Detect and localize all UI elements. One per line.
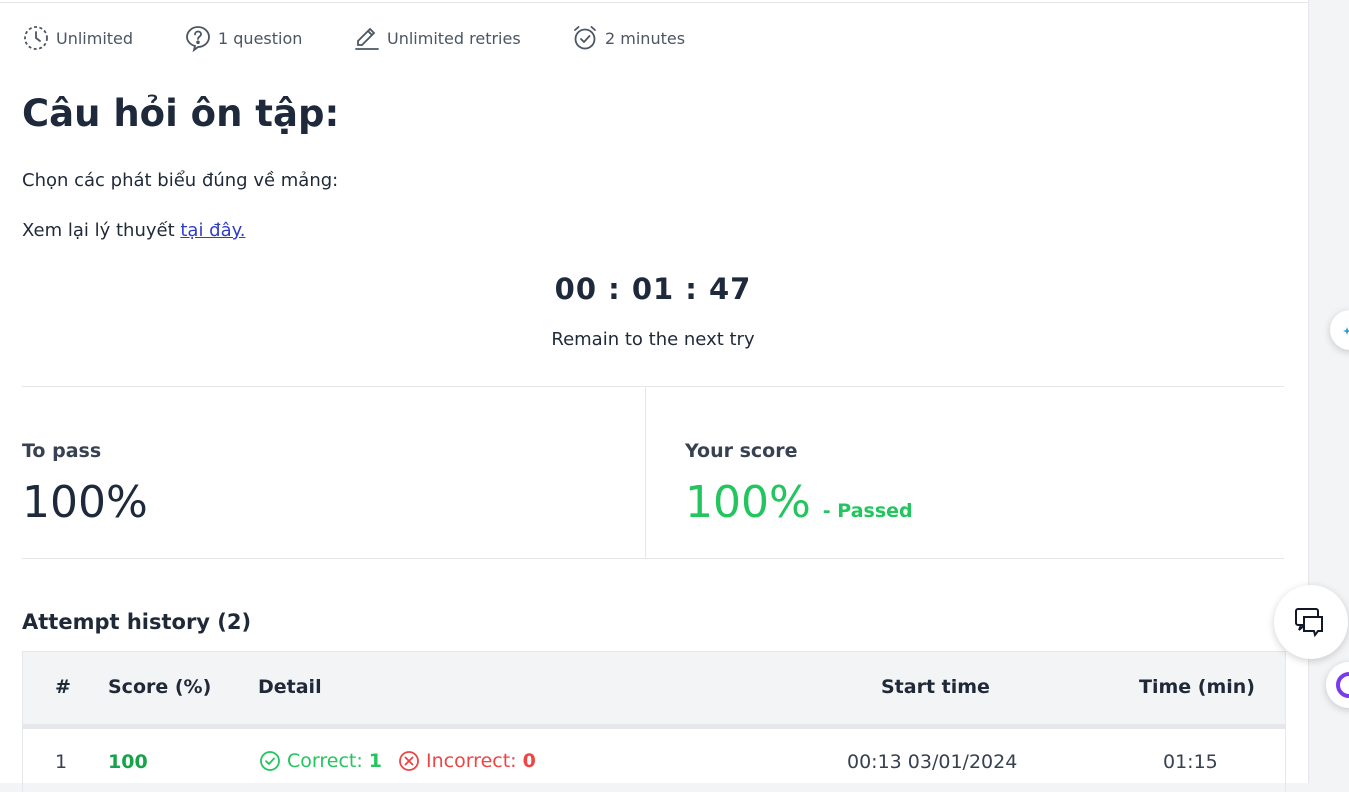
table-header-bar	[23, 724, 1285, 729]
top-divider	[0, 2, 1308, 3]
x-circle-icon	[399, 751, 419, 771]
chat-icon	[1295, 608, 1323, 638]
your-score-value: 100%	[685, 477, 811, 528]
row-duration: 01:15	[1163, 751, 1218, 773]
column-header-num: #	[55, 676, 71, 698]
pass-status: - Passed	[822, 500, 913, 522]
correct-label: Correct:	[287, 750, 363, 772]
attempt-history-table: # Score (%) Detail Start time Time (min)…	[22, 651, 1286, 792]
retry-countdown: 00 : 01 : 47	[554, 272, 752, 306]
column-header-time: Time (min)	[1139, 676, 1255, 698]
extension-button[interactable]	[1326, 662, 1349, 708]
correct-value: 1	[368, 750, 382, 772]
meta-duration-label: 2 minutes	[605, 28, 686, 48]
pencil-icon	[355, 27, 379, 50]
your-score: 100% - Passed	[685, 477, 913, 528]
timer-dashed-icon	[24, 26, 48, 50]
page-title: Câu hỏi ôn tập:	[22, 92, 340, 135]
column-header-score: Score (%)	[108, 676, 212, 698]
meta-duration: 2 minutes	[571, 24, 685, 52]
row-num: 1	[55, 751, 68, 773]
incorrect-label: Incorrect:	[425, 750, 517, 772]
correct-count: Correct: 1	[259, 750, 382, 772]
meta-questions: 1 question	[184, 24, 302, 52]
meta-questions-label: 1 question	[218, 28, 303, 48]
row-score: 100	[108, 751, 148, 773]
alarm-clock-icon	[574, 26, 596, 50]
divider	[22, 558, 1284, 559]
question-icon	[186, 26, 210, 52]
attempt-history-title: Attempt history (2)	[22, 610, 252, 634]
incorrect-count: Incorrect: 0	[398, 750, 536, 772]
column-header-detail: Detail	[258, 676, 322, 698]
to-pass-label: To pass	[22, 440, 102, 462]
meta-time-limit: Unlimited	[22, 24, 133, 52]
retry-countdown-label: Remain to the next try	[551, 329, 755, 350]
table-header: # Score (%) Detail Start time Time (min)	[23, 652, 1285, 724]
to-pass-value: 100%	[22, 477, 148, 528]
meta-retries-label: Unlimited retries	[387, 28, 521, 48]
review-text: Xem lại lý thuyết	[22, 220, 181, 241]
your-score-label: Your score	[685, 440, 798, 462]
review-line: Xem lại lý thuyết tại đây.	[22, 220, 245, 241]
check-circle-icon	[260, 751, 280, 771]
column-header-start-time: Start time	[881, 676, 990, 698]
divider-vertical	[645, 387, 646, 558]
divider	[22, 386, 1284, 387]
chat-button[interactable]	[1274, 585, 1348, 659]
sparkle-drop-icon	[1343, 327, 1349, 335]
row-start-time: 00:13 03/01/2024	[847, 751, 1018, 773]
question-prompt: Chọn các phát biểu đúng về mảng:	[22, 170, 339, 191]
ai-assistant-button[interactable]	[1330, 310, 1349, 350]
review-link[interactable]: tại đây.	[180, 220, 245, 241]
ring-icon	[1336, 672, 1349, 698]
quiz-panel: Unlimited 1 question Unlimited retries 2…	[0, 0, 1309, 792]
incorrect-value: 0	[522, 750, 536, 772]
row-detail: Correct: 1 Incorrect: 0	[259, 750, 536, 772]
meta-retries: Unlimited retries	[353, 24, 521, 52]
meta-time-limit-label: Unlimited	[56, 28, 134, 48]
